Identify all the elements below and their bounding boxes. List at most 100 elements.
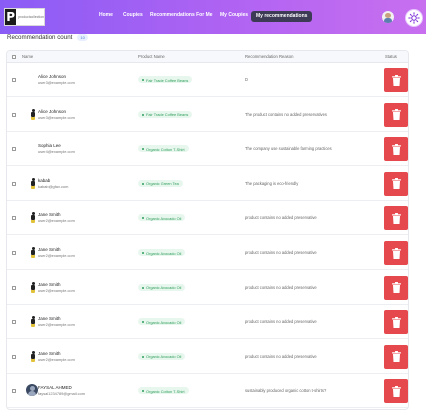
user-avatar[interactable]	[382, 11, 394, 23]
row-checkbox[interactable]	[12, 147, 16, 152]
recommendation-count-badge: 10	[77, 33, 88, 41]
table-row: Sophia Lee user4@example.com Organic Cotto…	[7, 132, 408, 167]
row-checkbox[interactable]	[12, 181, 16, 186]
status-dot-icon	[142, 182, 144, 185]
row-product-name: Fair Trade Coffee Beans	[146, 112, 189, 118]
status-dot-icon	[142, 79, 144, 81]
row-checkbox[interactable]	[12, 354, 16, 359]
header-product-name: Product Name	[138, 54, 165, 59]
table-row: Jane Smith user2@example.com Organic Avoca…	[7, 340, 408, 374]
row-product-badge: Organic Avocado Oil	[138, 352, 186, 360]
user-avatar-icon	[30, 212, 36, 224]
status-dot-icon	[142, 217, 144, 220]
user-avatar	[26, 384, 38, 397]
header-status: Status	[385, 54, 397, 59]
delete-button[interactable]	[384, 102, 408, 127]
status-dot-icon	[142, 390, 144, 393]
row-product-name: Organic Cotton T-Shirt	[146, 388, 185, 394]
row-user-name: Jane Smith	[38, 281, 61, 287]
row-user-name: FAYSAL AHMED	[38, 385, 72, 391]
row-product-badge: Organic Cotton T-Shirt	[138, 387, 189, 395]
delete-button[interactable]	[384, 206, 408, 231]
nav-link-my-recommendations[interactable]: My recommendations	[251, 11, 313, 22]
trash-icon	[391, 143, 401, 155]
table-row: Alice Johnson user3@example.com Fair Trade…	[7, 98, 408, 132]
logo-wordmark: productcollection	[18, 15, 44, 19]
theme-toggle-button[interactable]	[405, 9, 423, 27]
user-avatar-icon	[30, 247, 36, 259]
nav-link-my-coupies[interactable]: My Coupies	[220, 12, 248, 18]
row-product-name: Organic Avocado Oil	[146, 354, 182, 360]
row-user-email: user2@example.com	[38, 356, 75, 362]
row-product-name: Organic Cotton T-Shirt	[146, 146, 185, 152]
row-checkbox[interactable]	[12, 78, 16, 82]
nav-link-coupies[interactable]: Coupies	[123, 12, 143, 18]
row-checkbox[interactable]	[12, 251, 16, 255]
row-checkbox[interactable]	[12, 112, 16, 117]
row-recommendation-reason: product contains no added preservative	[245, 250, 317, 255]
row-user-name: Jane Smith	[38, 212, 61, 218]
row-user-email: user2@example.com	[38, 322, 75, 328]
row-product-badge: Fair Trade Coffee Beans	[138, 76, 193, 83]
row-product-name: Organic Avocado Oil	[146, 250, 182, 256]
row-user-name: Jane Smith	[38, 350, 61, 356]
row-user-name: kabab	[38, 177, 51, 183]
delete-button[interactable]	[384, 379, 408, 404]
nav-link-recommendations-for-me[interactable]: Recommendations For Me	[150, 12, 213, 18]
row-checkbox[interactable]	[12, 389, 16, 394]
trash-icon	[391, 109, 401, 121]
delete-button[interactable]	[384, 68, 408, 92]
row-product-badge: Organic Avocado Oil	[138, 249, 186, 256]
delete-button[interactable]	[384, 171, 408, 196]
row-checkbox[interactable]	[12, 320, 16, 325]
table-row: Jane Smith user2@example.com Organic Avoca…	[7, 305, 408, 340]
row-user-email: user2@example.com	[38, 218, 75, 224]
select-all-checkbox[interactable]	[12, 55, 16, 59]
trash-icon	[391, 316, 401, 328]
row-product-badge: Organic Cotton T-Shirt	[138, 145, 189, 153]
trash-icon	[391, 74, 401, 86]
recommendation-count: Recommendation count 10	[7, 32, 88, 42]
row-recommendation-reason: The packaging is eco-friendly	[245, 180, 299, 186]
user-avatar-icon	[30, 316, 36, 328]
row-product-badge: Organic Avocado Oil	[138, 318, 186, 326]
header-name: Name	[22, 54, 34, 59]
table-row: Jane Smith user2@example.com Organic Avoca…	[7, 271, 408, 305]
row-user-name: Alice Johnson	[38, 74, 67, 79]
delete-button[interactable]	[384, 241, 408, 265]
row-checkbox[interactable]	[12, 216, 16, 221]
delete-button[interactable]	[384, 310, 408, 335]
status-dot-icon	[142, 113, 144, 116]
nav-link-home[interactable]: Home	[99, 12, 113, 18]
row-product-badge: Organic Avocado Oil	[138, 283, 186, 291]
row-product-name: Fair Trade Coffee Beans	[146, 77, 189, 83]
delete-button[interactable]	[384, 275, 408, 300]
row-recommendation-reason: product contains no added preservative	[245, 215, 317, 221]
row-checkbox[interactable]	[12, 285, 16, 290]
status-dot-icon	[142, 321, 144, 324]
table-row: Jane Smith user2@example.com Organic Avoca…	[7, 201, 408, 236]
trash-icon	[391, 351, 401, 363]
row-user-email: faysal1234789@gmail.com	[38, 391, 85, 397]
row-product-badge: Organic Avocado Oil	[138, 214, 186, 222]
delete-button[interactable]	[384, 344, 408, 369]
row-recommendation-reason: product contains no added preservative	[245, 319, 317, 325]
brand-logo[interactable]: P productcollection	[4, 8, 45, 26]
recommendations-table: Name Product Name Recommendation Reason …	[6, 50, 409, 410]
row-product-name: Organic Green Tea	[146, 181, 179, 187]
user-avatar-icon	[30, 281, 36, 294]
sun-icon	[408, 12, 420, 24]
delete-button[interactable]	[384, 137, 408, 162]
header-recommendation-reason: Recommendation Reason	[245, 54, 294, 59]
row-recommendation-reason: The product contains no added preservati…	[245, 111, 327, 117]
row-user-email: user2@example.com	[38, 253, 75, 258]
user-avatar-icon	[30, 350, 36, 363]
table-row: Alice Johnson user3@example.com Fair Trade…	[7, 63, 408, 97]
table-row: Jane Smith user2@example.com Organic Avoca…	[7, 236, 408, 270]
status-dot-icon	[142, 286, 144, 289]
trash-icon	[391, 178, 401, 190]
trash-icon	[391, 385, 401, 397]
user-avatar-icon	[30, 108, 36, 121]
row-recommendation-reason: product contains no added preservative	[245, 353, 317, 359]
row-product-name: Organic Avocado Oil	[146, 285, 182, 291]
